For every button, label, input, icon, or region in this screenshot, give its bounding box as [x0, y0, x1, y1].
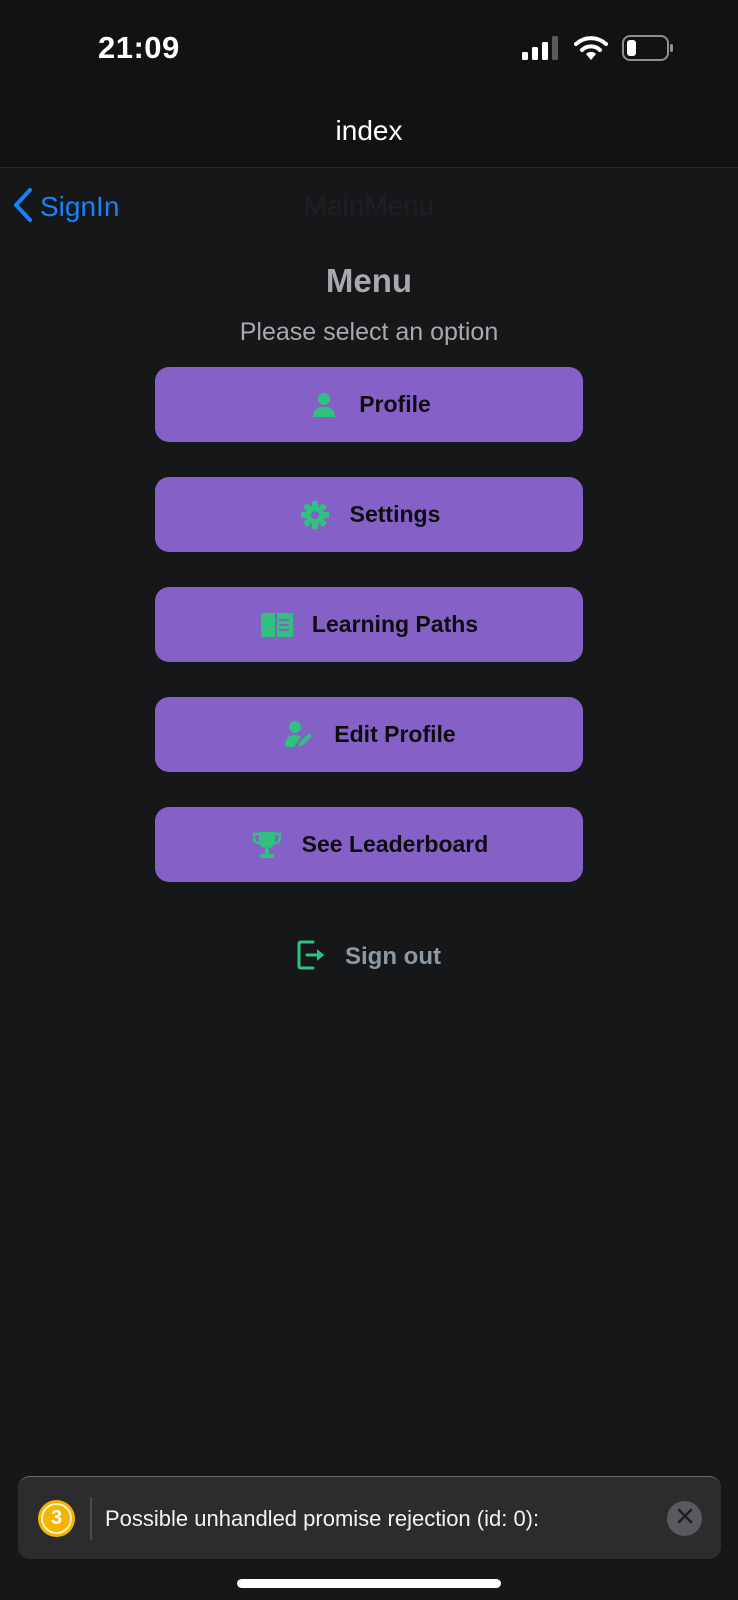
header-title: index	[335, 115, 403, 146]
settings-button-label: Settings	[349, 501, 441, 527]
cellular-signal-icon	[522, 35, 560, 65]
menu-subtitle: Please select an option	[239, 318, 499, 346]
error-toast[interactable]: 3 Possible unhandled promise rejection (…	[18, 1476, 721, 1559]
sign-out-label: Sign out	[345, 943, 441, 970]
toast-count: 3	[41, 1503, 72, 1534]
settings-button[interactable]: Settings	[155, 477, 583, 552]
wifi-icon	[574, 35, 608, 66]
app-header: index	[0, 95, 738, 168]
toast-close-button[interactable]	[667, 1501, 702, 1536]
back-button[interactable]: SignIn	[12, 186, 119, 228]
status-icons	[522, 34, 674, 66]
sign-out-button[interactable]: Sign out	[0, 935, 738, 979]
trophy-icon	[250, 828, 284, 862]
edit-profile-button[interactable]: Edit Profile	[155, 697, 583, 772]
person-icon	[307, 388, 341, 422]
battery-icon	[622, 34, 674, 66]
toast-message: Possible unhandled promise rejection (id…	[105, 1506, 540, 1531]
menu-list: Profile Settings Learning Paths Edit Pro…	[155, 367, 583, 917]
sign-out-icon	[297, 939, 327, 976]
nav-bar: MainMenu SignIn	[0, 168, 738, 246]
back-label: SignIn	[40, 191, 120, 222]
edit-profile-button-label: Edit Profile	[334, 721, 456, 747]
home-indicator	[237, 1579, 501, 1588]
gear-icon	[298, 498, 332, 532]
menu-title: Menu	[325, 262, 413, 299]
learning-paths-button-label: Learning Paths	[311, 611, 479, 637]
book-icon	[260, 608, 294, 642]
status-time: 21:09	[98, 30, 180, 65]
profile-button-label: Profile	[359, 391, 431, 417]
see-leaderboard-button[interactable]: See Leaderboard	[155, 807, 583, 882]
learning-paths-button[interactable]: Learning Paths	[155, 587, 583, 662]
toast-count-badge: 3	[38, 1500, 75, 1537]
profile-button[interactable]: Profile	[155, 367, 583, 442]
status-bar: 21:09	[0, 0, 738, 95]
close-icon	[677, 1508, 693, 1529]
toast-divider	[90, 1497, 92, 1540]
person-edit-icon	[282, 718, 316, 752]
chevron-left-icon	[12, 187, 34, 228]
see-leaderboard-button-label: See Leaderboard	[301, 831, 489, 857]
screen: 21:09 index MainMenu SignIn Menu Please …	[0, 0, 738, 1600]
